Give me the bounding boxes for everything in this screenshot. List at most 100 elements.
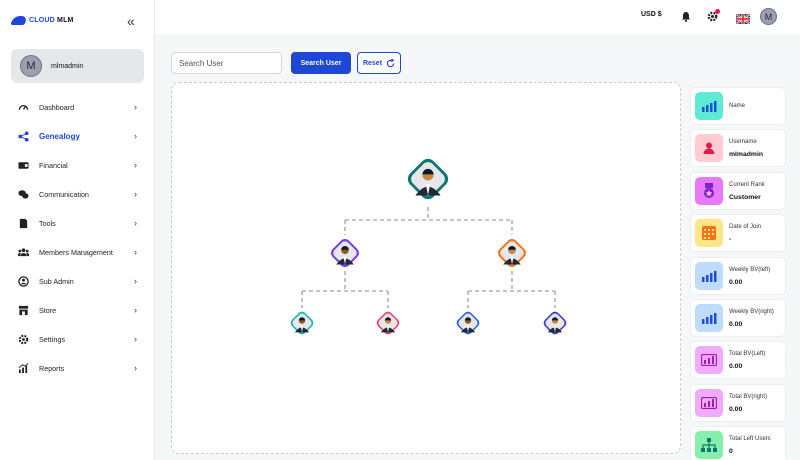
- info-value: 0.00: [729, 321, 743, 328]
- sidebar-item-settings[interactable]: Settings ›: [0, 325, 155, 354]
- collapse-sidebar-icon[interactable]: «: [127, 14, 135, 28]
- members-icon: [18, 247, 29, 258]
- info-card-username: Username mlmadmin: [690, 129, 786, 167]
- tree-connector: [344, 207, 513, 235]
- sidebar-menu: Dashboard › Genealogy › Financial › Comm…: [0, 93, 155, 383]
- chart-icon: [695, 304, 723, 332]
- info-card-total-bv-right: Total BV(right) 0.00: [690, 384, 786, 422]
- info-label: Name: [729, 103, 746, 109]
- tree-node-member[interactable]: [455, 310, 481, 336]
- info-card-current-rank: Current Rank Customer: [690, 172, 786, 210]
- chevron-right-icon: ›: [134, 131, 137, 141]
- sidebar-item-label: Tools: [39, 219, 56, 228]
- info-card-total-bv-left: Total BV(Left) 0.00: [690, 341, 786, 379]
- info-value: -: [729, 236, 732, 243]
- sidebar-item-financial[interactable]: Financial ›: [0, 151, 155, 180]
- info-label: Total Left Users: [729, 436, 771, 442]
- sidebar-item-label: Sub Admin: [39, 277, 74, 286]
- dashboard-icon: [18, 102, 29, 113]
- sidebar-item-label: Financial: [39, 161, 68, 170]
- bar-chart-icon: [695, 389, 723, 417]
- sidebar: CLOUD MLM « M mlmadmin Dashboard › Genea…: [0, 0, 155, 460]
- genealogy-icon: [18, 131, 29, 142]
- wallet-icon: [18, 160, 29, 171]
- info-value: 0.00: [729, 363, 743, 370]
- chevron-right-icon: ›: [134, 218, 137, 228]
- info-label: Weekly BV(right): [729, 309, 774, 315]
- info-label: Current Rank: [729, 182, 765, 188]
- chart-icon: [695, 92, 723, 120]
- user-name: mlmadmin: [51, 62, 84, 70]
- info-card-name: Name: [690, 87, 786, 125]
- info-label: Weekly BV(left): [729, 267, 771, 273]
- chevron-right-icon: ›: [134, 305, 137, 315]
- sidebar-item-label: Genealogy: [39, 132, 80, 141]
- settings-gear-icon[interactable]: [706, 9, 720, 23]
- info-value: 0: [729, 448, 733, 455]
- calendar-icon: [695, 219, 723, 247]
- info-card-total-left-users: Total Left Users 0: [690, 426, 786, 460]
- info-card-weekly-bv-left: Weekly BV(left) 0.00: [690, 257, 786, 295]
- bar-chart-icon: [695, 346, 723, 374]
- sidebar-item-tools[interactable]: Tools ›: [0, 209, 155, 238]
- tree-node-member[interactable]: [405, 156, 452, 203]
- top-header: USD $ M: [155, 0, 800, 34]
- sidebar-item-sub-admin[interactable]: Sub Admin ›: [0, 267, 155, 296]
- cloud-logo-icon: [10, 16, 28, 25]
- avatar: M: [20, 55, 42, 77]
- main-content: Search User Reset Name Username mlmadmin Cu…: [155, 34, 800, 460]
- sidebar-item-members-management[interactable]: Members Management ›: [0, 238, 155, 267]
- chevron-right-icon: ›: [134, 189, 137, 199]
- tree-icon: [695, 431, 723, 459]
- tree-connector: [467, 271, 556, 308]
- sidebar-item-label: Members Management: [39, 248, 113, 257]
- store-icon: [18, 305, 29, 316]
- tools-icon: [18, 218, 29, 229]
- tree-node-member[interactable]: [496, 237, 529, 270]
- sidebar-item-store[interactable]: Store ›: [0, 296, 155, 325]
- header-avatar[interactable]: M: [760, 8, 777, 25]
- sidebar-item-label: Reports: [39, 364, 65, 373]
- sidebar-item-label: Dashboard: [39, 103, 75, 112]
- sidebar-item-communication[interactable]: Communication ›: [0, 180, 155, 209]
- info-label: Username: [729, 139, 757, 145]
- chart-icon: [695, 262, 723, 290]
- reports-icon: [18, 363, 29, 374]
- chevron-right-icon: ›: [134, 276, 137, 286]
- logo-text-bold: MLM: [57, 17, 74, 24]
- genealogy-tree-panel: [171, 82, 681, 454]
- currency-selector[interactable]: USD $: [641, 11, 662, 18]
- info-value: Customer: [729, 194, 761, 201]
- search-user-input[interactable]: [171, 52, 282, 74]
- bell-icon[interactable]: [679, 10, 692, 23]
- reset-icon: [386, 58, 395, 67]
- chevron-right-icon: ›: [134, 160, 137, 170]
- tree-node-member[interactable]: [329, 237, 362, 270]
- reset-button[interactable]: Reset: [357, 52, 401, 74]
- reset-label: Reset: [362, 59, 383, 67]
- sidebar-item-label: Settings: [39, 335, 65, 344]
- logo-text: CLOUD: [29, 17, 55, 24]
- uk-flag-icon[interactable]: [735, 11, 751, 25]
- chevron-right-icon: ›: [134, 363, 137, 373]
- rank-icon: [695, 177, 723, 205]
- logo[interactable]: CLOUD MLM: [10, 16, 74, 25]
- search-user-button[interactable]: Search User: [291, 52, 351, 74]
- info-label: Date of Join: [729, 224, 762, 230]
- sidebar-item-label: Store: [39, 306, 57, 315]
- tree-node-member[interactable]: [542, 310, 568, 336]
- sidebar-item-label: Communication: [39, 190, 89, 199]
- info-value: 0.00: [729, 406, 743, 413]
- chevron-right-icon: ›: [134, 102, 137, 112]
- sidebar-item-reports[interactable]: Reports ›: [0, 354, 155, 383]
- chevron-right-icon: ›: [134, 334, 137, 344]
- user-card[interactable]: M mlmadmin: [11, 49, 144, 83]
- tree-node-member[interactable]: [289, 310, 315, 336]
- genealogy-tree: [289, 156, 568, 336]
- sidebar-item-genealogy[interactable]: Genealogy ›: [0, 122, 155, 151]
- tree-node-member[interactable]: [375, 310, 401, 336]
- notification-dot: [715, 9, 720, 14]
- sidebar-item-dashboard[interactable]: Dashboard ›: [0, 93, 155, 122]
- chat-icon: [18, 189, 29, 200]
- info-value: 0.00: [729, 279, 743, 286]
